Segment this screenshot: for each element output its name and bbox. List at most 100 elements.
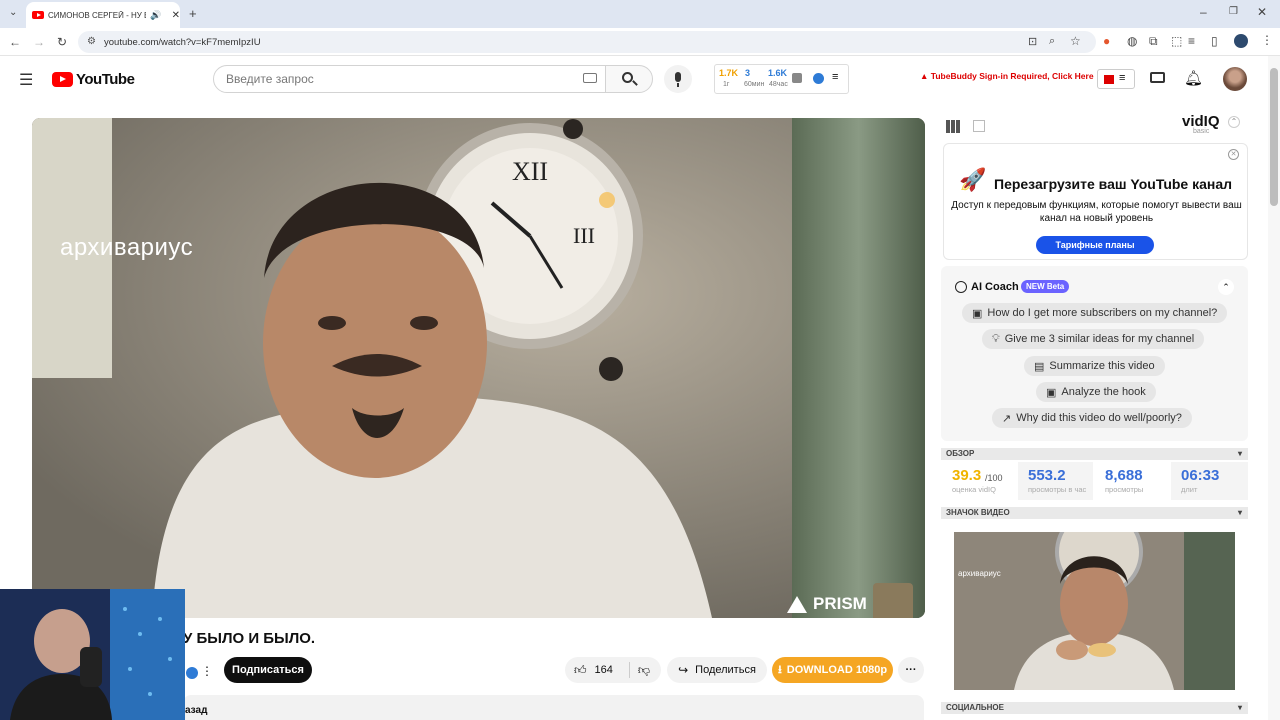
stat-c-label: 48час — [769, 81, 788, 88]
vidiq-play-icon[interactable] — [813, 73, 824, 84]
video-thumbnail[interactable]: архивариус — [954, 532, 1235, 690]
views-stat: 8,688 просмотры — [1094, 462, 1170, 500]
collapse-coach-icon[interactable]: ⌃ — [1218, 279, 1234, 295]
reading-list-icon[interactable]: ≡ — [1188, 35, 1195, 47]
webcam-image — [0, 589, 185, 720]
share-button[interactable]: ↪ Поделиться — [667, 657, 767, 683]
menu-lines-icon: ≡ — [1119, 72, 1126, 84]
forward-icon[interactable]: → — [33, 36, 45, 48]
download-button[interactable]: ⭳ DOWNLOAD 1080p — [772, 657, 893, 683]
youtube-logo[interactable]: YouTube — [52, 71, 135, 88]
bar-chart-icon[interactable] — [973, 120, 985, 132]
tubebuddy-menu-button[interactable]: ≡ — [1097, 69, 1135, 89]
description-fragment: азад — [185, 705, 208, 716]
close-tab-icon[interactable]: ✕ — [172, 10, 180, 21]
collapse-icon[interactable]: ⌃ — [1228, 116, 1240, 128]
views-label: просмотры — [1105, 485, 1144, 494]
like-count[interactable]: 164 — [595, 664, 613, 676]
avatar[interactable] — [1223, 67, 1247, 91]
extension-globe-icon[interactable]: ◍ — [1127, 35, 1137, 47]
coach-chip-hook[interactable]: ▣ Analyze the hook — [1036, 382, 1156, 402]
search-button[interactable] — [605, 65, 653, 93]
search-input[interactable]: Введите запрос — [213, 65, 606, 93]
vidiq-logo[interactable]: vidIQ basic ⌃ — [1182, 113, 1240, 135]
bookmark-star-icon[interactable]: ☆ — [1070, 34, 1081, 48]
more-icon: ··· — [905, 664, 917, 676]
url-text: youtube.com/watch?v=kF7memIpzIU — [104, 36, 261, 48]
pricing-plans-button[interactable]: Тарифные планы — [1036, 236, 1154, 254]
youtube-favicon-icon — [32, 11, 44, 19]
overview-label: ОБЗОР — [946, 449, 975, 458]
browser-menu-icon[interactable]: ⋮ — [1261, 34, 1273, 46]
close-window-icon[interactable]: ✕ — [1257, 6, 1267, 18]
dislike-icon[interactable]: 👎︎ — [638, 663, 650, 678]
description-box[interactable]: азад — [183, 695, 924, 720]
video-player[interactable]: XII III архивариус PRISM — [32, 118, 925, 618]
site-info-icon[interactable]: ⚙ — [87, 36, 96, 47]
coach-chip-summarize[interactable]: ▤ Summarize this video — [1024, 356, 1165, 376]
coach-chip-performance[interactable]: ↗ Why did this video do well/poorly? — [992, 408, 1192, 428]
reload-icon[interactable]: ↻ — [57, 36, 67, 48]
keyboard-icon[interactable] — [583, 73, 597, 83]
vph-label: просмотры в час — [1028, 485, 1087, 494]
views-value: 8,688 — [1105, 467, 1143, 484]
prism-watermark: PRISM — [787, 583, 913, 618]
vph-value: 553.2 — [1028, 467, 1066, 484]
coach-chip-ideas[interactable]: 💡︎ Give me 3 similar ideas for my channel — [982, 329, 1205, 349]
extension-fire-icon[interactable]: ● — [1103, 35, 1110, 47]
new-beta-badge: NEW Beta — [1021, 280, 1070, 293]
chip-label: Give me 3 similar ideas for my channel — [1004, 333, 1195, 345]
zoom-icon[interactable]: ⌕ — [1049, 35, 1055, 48]
length-value: 06:33 — [1181, 467, 1220, 484]
extensions-puzzle-icon[interactable]: ⬚ — [1171, 35, 1182, 47]
tubebuddy-icon — [1104, 75, 1114, 84]
extension-camera-icon[interactable]: ⧉ — [1149, 35, 1158, 47]
close-promo-icon[interactable]: ✕ — [1228, 149, 1239, 160]
restore-icon[interactable]: ❐ — [1229, 7, 1238, 17]
new-tab-icon[interactable]: + — [189, 7, 197, 20]
grid-view-icon[interactable] — [946, 120, 961, 133]
tab-list-icon[interactable]: ⌄ — [9, 8, 17, 18]
page-scrollbar[interactable] — [1268, 56, 1280, 720]
overview-section-header[interactable]: ОБЗОР ▾ — [941, 448, 1248, 460]
realtime-stats-widget[interactable]: 1.7K 1г 3 60мин 1.6K 48час ≡ — [714, 64, 849, 94]
minimize-icon[interactable]: – — [1200, 6, 1207, 18]
url-field[interactable]: ⚙ youtube.com/watch?v=kF7memIpzIU ⊡ ⌕ ☆ — [78, 31, 1096, 53]
more-actions-button[interactable]: ··· — [898, 657, 924, 683]
profile-icon[interactable] — [1234, 34, 1248, 48]
coach-chip-subscribers[interactable]: ▣ How do I get more subscribers on my cha… — [962, 303, 1228, 323]
length-label: длит — [1181, 485, 1198, 494]
channel-more-icon[interactable]: ⋮ — [201, 664, 213, 678]
stats-chart-icon[interactable] — [792, 73, 802, 83]
install-icon[interactable]: ⊡ — [1028, 35, 1037, 48]
hamburger-menu-icon[interactable]: ☰ — [19, 70, 33, 90]
vidiq-channel-icon[interactable] — [186, 667, 198, 679]
scrollbar-thumb[interactable] — [1270, 68, 1278, 206]
notifications-bell-icon[interactable]: 🔔︎ — [1184, 69, 1203, 87]
back-icon[interactable]: ← — [9, 36, 21, 48]
rocket-icon: 🚀 — [959, 167, 987, 192]
stat-a-value: 1.7K — [719, 68, 739, 78]
subscribe-button[interactable]: Подписаться — [224, 657, 312, 683]
thumbnail-section-header[interactable]: ЗНАЧОК ВИДЕО ▾ — [941, 507, 1248, 519]
play-square-icon: ▣ — [1046, 386, 1057, 399]
stat-b-label: 60мин — [744, 81, 765, 88]
browser-tab[interactable]: СИМОНОВ СЕРГЕЙ - НУ БЫ 🔊 ✕ — [26, 2, 180, 28]
prism-text: PRISM — [813, 594, 867, 613]
social-section-header[interactable]: СОЦИАЛЬНОЕ ▾ — [941, 702, 1248, 714]
like-icon[interactable]: 👍︎ — [574, 663, 587, 678]
tubebuddy-link[interactable]: ▲ TubeBuddy Sign-in Required, Click Here — [920, 71, 1094, 81]
score-max: /100 — [985, 473, 1003, 483]
voice-search-button[interactable] — [664, 65, 692, 93]
prism-logo-icon — [787, 595, 807, 613]
stats-menu-icon[interactable]: ≡ — [832, 71, 838, 83]
create-video-icon[interactable] — [1150, 72, 1165, 83]
youtube-logo-icon — [52, 72, 73, 87]
play-square-icon: ▣ — [972, 307, 983, 320]
side-panel-icon[interactable]: ▯ — [1211, 35, 1218, 47]
like-dislike-group: 👍︎ 164 👎︎ — [565, 657, 661, 683]
promo-card: ✕ 🚀 Перезагрузите ваш YouTube канал Дост… — [943, 143, 1248, 260]
vidiq-logo-sub: basic — [1193, 128, 1210, 135]
trend-icon: ↗ — [1002, 412, 1012, 425]
chip-label: Summarize this video — [1049, 360, 1155, 372]
